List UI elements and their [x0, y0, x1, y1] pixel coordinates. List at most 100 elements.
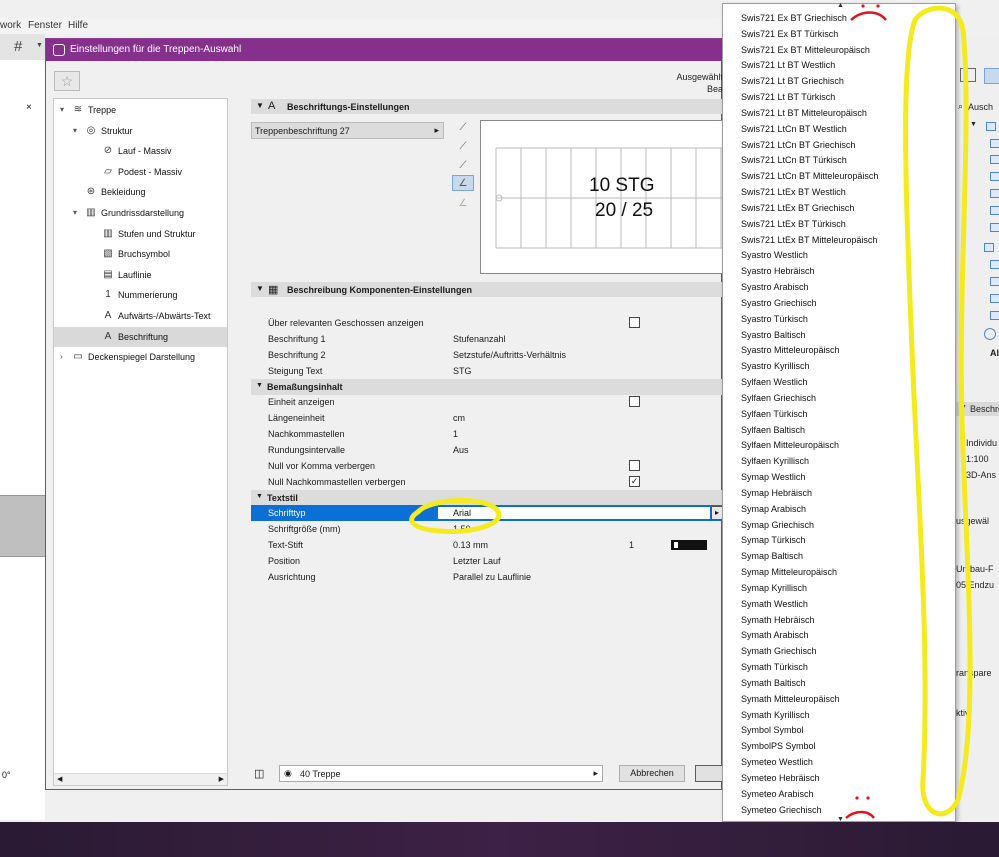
font-list-item[interactable]: Swis721 LtCn BT Westlich [741, 124, 847, 134]
font-list-item[interactable]: Swis721 LtEx BT Mitteleuropäisch [741, 235, 877, 245]
property-value[interactable]: Stufenanzahl [453, 334, 506, 344]
tree-item-bekleidung[interactable]: ⊛ Bekleidung [54, 182, 227, 202]
tree-item-nummerierung[interactable]: 1 Nummerierung [54, 285, 227, 305]
font-list-item[interactable]: Symap Hebräisch [741, 488, 812, 498]
tree-item-aufwärts-abwärts-text[interactable]: A Aufwärts-/Abwärts-Text [54, 306, 227, 326]
font-list-item[interactable]: Symap Arabisch [741, 504, 806, 514]
font-list-item[interactable]: Sylfaen Kyrillisch [741, 456, 809, 466]
font-list-item[interactable]: Syastro Hebräisch [741, 266, 815, 276]
label-type-dropdown[interactable]: Treppenbeschriftung 27 ▸ [251, 122, 444, 139]
label-settings-header[interactable]: ▼ A Beschriftungs-Einstellungen [251, 99, 723, 114]
layer-select[interactable]: ◉ 40 Treppe ▸ [279, 765, 603, 782]
menu-fenster[interactable]: Fenster [28, 20, 62, 31]
property-row[interactable]: Schrifttyp Arial ▸ [251, 505, 723, 521]
font-list-item[interactable]: Symbol Symbol [741, 725, 804, 735]
font-dropdown-list[interactable]: ▲ Swis721 Ex BT Griechisch Swis721 Ex BT … [722, 2, 956, 823]
font-list-item[interactable]: Symap Kyrillisch [741, 583, 807, 593]
scroll-right-icon[interactable]: ▶ [219, 775, 224, 783]
expand-arrow-icon[interactable]: ▾ [73, 208, 77, 217]
collapse-triangle-icon[interactable]: ▼ [256, 382, 263, 389]
property-value[interactable]: Parallel zu Lauflinie [453, 572, 531, 582]
ok-button[interactable] [695, 765, 725, 782]
property-value[interactable]: Aus [453, 445, 469, 455]
font-list-item[interactable]: Swis721 Lt BT Griechisch [741, 76, 844, 86]
font-list-item[interactable]: Sylfaen Mitteleuropäisch [741, 440, 839, 450]
menu-hilfe[interactable]: Hilfe [68, 20, 88, 31]
tree-item-deckenspiegel-darstellung[interactable]: › ▭ Deckenspiegel Darstellung [54, 347, 227, 367]
property-value[interactable]: 1.50 [453, 524, 471, 534]
property-checkbox[interactable] [629, 460, 640, 471]
property-value[interactable]: 1 [453, 429, 458, 439]
font-list-item[interactable]: Symath Arabisch [741, 630, 809, 640]
font-list-item[interactable]: Symath Kyrillisch [741, 710, 810, 720]
font-list-item[interactable]: Sylfaen Griechisch [741, 393, 816, 403]
dialog-title-bar[interactable]: Einstellungen für die Treppen-Auswahl [46, 39, 723, 61]
tree-item-struktur[interactable]: ▾ ◎ Struktur [54, 121, 227, 141]
collapse-triangle-icon[interactable]: ▼ [256, 284, 264, 293]
scroll-up-icon[interactable]: ▲ [837, 2, 844, 9]
font-list-item[interactable]: Swis721 Ex BT Türkisch [741, 29, 838, 39]
property-value[interactable]: cm [453, 413, 465, 423]
font-list-item[interactable]: Symath Baltisch [741, 678, 806, 688]
font-list-item[interactable]: Symeteo Griechisch [741, 805, 822, 815]
font-list-item[interactable]: Swis721 LtCn BT Mitteleuropäisch [741, 171, 878, 181]
font-list-item[interactable]: Swis721 LtEx BT Westlich [741, 187, 846, 197]
property-group-header[interactable]: ▼ Bemaßungsinhalt [251, 378, 723, 395]
font-list-item[interactable]: Swis721 Lt BT Türkisch [741, 92, 835, 102]
font-list-item[interactable]: Syastro Arabisch [741, 282, 809, 292]
tree-item-lauf-massiv[interactable]: ⊘ Lauf - Massiv [54, 141, 227, 161]
collapse-arrow-icon[interactable]: › [60, 352, 63, 361]
font-list-item[interactable]: Symath Westlich [741, 599, 808, 609]
property-row[interactable]: Nachkommastellen 1 [251, 426, 723, 442]
property-checkbox[interactable] [629, 396, 640, 407]
property-group-header[interactable]: ▼ Textstil [251, 489, 723, 506]
font-list-item[interactable]: Swis721 LtEx BT Türkisch [741, 219, 846, 229]
property-row[interactable]: Einheit anzeigen [251, 394, 723, 410]
font-list-item[interactable]: Symath Hebräisch [741, 615, 815, 625]
font-list-item[interactable]: Symap Mitteleuropäisch [741, 567, 837, 577]
font-list-item[interactable]: Symeteo Arabisch [741, 789, 814, 799]
property-row[interactable]: Schriftgröße (mm) 1.50 [251, 521, 723, 537]
property-value[interactable]: Letzter Lauf [453, 556, 501, 566]
tree-item-podest-massiv[interactable]: ▱ Podest - Massiv [54, 162, 227, 182]
font-list-item[interactable]: Swis721 LtCn BT Türkisch [741, 155, 847, 165]
property-row[interactable]: Rundungsintervalle Aus [251, 442, 723, 458]
font-list-item[interactable]: SymbolPS Symbol [741, 741, 816, 751]
property-row[interactable]: Ausrichtung Parallel zu Lauflinie [251, 569, 723, 585]
font-list-item[interactable]: Syastro Mitteleuropäisch [741, 345, 840, 355]
font-type-field[interactable]: Arial [437, 506, 711, 520]
menu-work[interactable]: work [0, 20, 21, 31]
pen-color-swatch[interactable] [671, 540, 707, 550]
tree-item-treppe[interactable]: ▾ ≋ Treppe [54, 100, 227, 120]
house-icon[interactable] [960, 68, 976, 82]
font-list-item[interactable]: Syastro Türkisch [741, 314, 808, 324]
cancel-button[interactable]: Abbrechen [619, 765, 685, 782]
favorites-star-icon[interactable]: ☆ [54, 71, 80, 91]
property-row[interactable]: Über relevanten Geschossen anzeigen [251, 315, 723, 331]
property-checkbox[interactable] [629, 317, 640, 328]
chevron-down-icon[interactable]: ▼ [960, 404, 967, 411]
grid-icon[interactable]: # [14, 38, 22, 55]
pointer-arrow-icon[interactable]: ⟋ [452, 158, 474, 174]
close-icon[interactable]: × [26, 102, 32, 113]
font-list-item[interactable]: Symath Türkisch [741, 662, 808, 672]
property-value[interactable]: 0.13 mm [453, 540, 488, 550]
components-settings-header[interactable]: ▼ ▦ Beschreibung Komponenten-Einstellung… [251, 282, 723, 297]
font-list-item[interactable]: Symap Baltisch [741, 551, 803, 561]
collapse-triangle-icon[interactable]: ▼ [256, 101, 264, 110]
property-checkbox[interactable]: ✓ [629, 476, 640, 487]
property-row[interactable]: Längeneinheit cm [251, 410, 723, 426]
font-list-item[interactable]: Sylfaen Baltisch [741, 425, 805, 435]
property-row[interactable]: Beschriftung 1 Stufenanzahl [251, 331, 723, 347]
property-row[interactable]: Text-Stift 0.13 mm 1 [251, 537, 723, 553]
font-list-item[interactable]: Syastro Baltisch [741, 330, 806, 340]
font-list-item[interactable]: Swis721 LtCn BT Griechisch [741, 140, 855, 150]
expand-arrow-icon[interactable]: ▾ [73, 126, 77, 135]
font-list-item[interactable]: Sylfaen Türkisch [741, 409, 807, 419]
tree-item-beschriftung[interactable]: A Beschriftung [54, 326, 227, 347]
collapse-triangle-icon[interactable]: ▼ [256, 493, 263, 500]
font-list-item[interactable]: Syastro Kyrillisch [741, 361, 810, 371]
font-list-item[interactable]: Syastro Westlich [741, 250, 808, 260]
expand-arrow-icon[interactable]: ▾ [60, 105, 64, 114]
property-value[interactable]: Setzstufe/Auftritts-Verhältnis [453, 350, 566, 360]
